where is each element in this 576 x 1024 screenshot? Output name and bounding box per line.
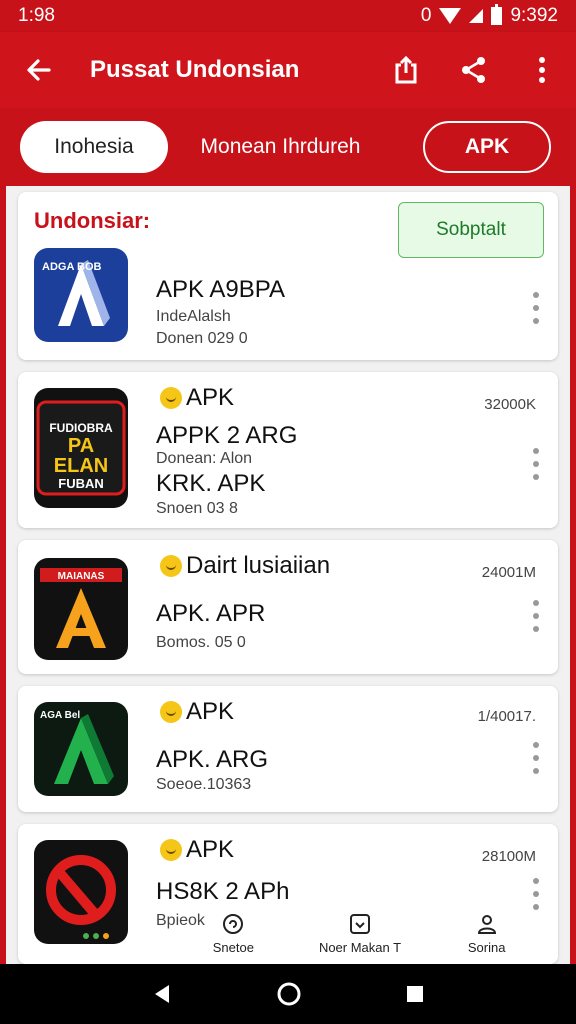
nav-label: Snetoe	[212, 939, 254, 955]
tab-apk[interactable]: APK	[423, 121, 551, 173]
app-name: APK. APR	[156, 600, 266, 627]
wifi-icon	[439, 8, 462, 24]
app-icon: MAIANAS	[34, 558, 128, 660]
app-tag: APK	[160, 384, 234, 412]
app-developer: IndeAlalsh	[156, 308, 231, 325]
nav-label: Sorina	[467, 939, 506, 955]
app-developer: Donean: Alon	[156, 450, 253, 467]
app-list: Undonsiar: Sobptalt ADGA BOB APK A9BPA I…	[0, 186, 576, 964]
app-name: APK A9BPA	[156, 276, 285, 303]
signal-icon	[469, 9, 484, 23]
app-meta: Soeoe.10363	[156, 776, 252, 793]
emoji-icon	[160, 701, 182, 723]
svg-text:MAIANAS: MAIANAS	[58, 571, 105, 582]
system-recents-icon[interactable]	[405, 984, 425, 1004]
app-icon: ADGA BOB	[34, 248, 128, 342]
svg-text:ELAN: ELAN	[54, 455, 108, 477]
app-tag: APK	[160, 698, 234, 726]
app-name-secondary: KRK. APK	[156, 470, 266, 497]
tab-bar: Inohesia Monean Ihrdureh APK	[0, 108, 576, 186]
system-nav-bar	[0, 964, 576, 1024]
system-back-icon[interactable]	[151, 983, 173, 1005]
app-icon	[34, 840, 128, 944]
export-button[interactable]	[372, 32, 440, 108]
svg-text:FUBAN: FUBAN	[58, 476, 104, 491]
back-button[interactable]	[0, 32, 78, 108]
tab-indonesia[interactable]: Inohesia	[20, 121, 168, 173]
more-options-button[interactable]	[526, 596, 546, 636]
app-meta: Snoen 03 8	[156, 500, 238, 517]
more-options-button[interactable]	[526, 444, 546, 484]
status-battery-text: 9:392	[510, 5, 558, 26]
refresh-icon	[223, 913, 244, 934]
battery-icon	[491, 4, 503, 25]
app-tag-label: APK	[186, 384, 235, 411]
status-right-text: 0	[420, 5, 432, 26]
nav-item-sorina[interactable]: Sorina	[423, 904, 550, 962]
page-title: Pussat Undonsian	[90, 56, 300, 83]
nav-item-noer-makan[interactable]: Noer Makan T	[297, 904, 424, 962]
app-size: 1/40017.	[477, 708, 536, 725]
app-size: 28100M	[481, 848, 536, 865]
section-title: Undonsiar:	[34, 208, 151, 233]
app-icon-text: ADGA BOB	[42, 261, 102, 273]
app-size: 32000K	[484, 396, 536, 413]
emoji-icon	[160, 555, 182, 577]
svg-text:PA: PA	[68, 435, 94, 457]
app-meta: Donen 029 0	[156, 330, 248, 347]
app-icon: FUDIOBRA PA ELAN FUBAN	[34, 388, 128, 508]
app-tag: Dairt lusiaiian	[160, 552, 330, 580]
list-item[interactable]: AGA Bel APK 1/40017. APK. ARG Soeoe.1036…	[18, 686, 558, 812]
app-tag-label: APK	[186, 836, 235, 863]
status-indicators: 0 9:392	[420, 4, 558, 27]
app-bar: Pussat Undonsian	[0, 32, 576, 108]
section-action-button[interactable]: Sobptalt	[398, 202, 544, 258]
export-icon	[395, 55, 417, 84]
app-tag: APK	[160, 836, 234, 864]
app-tag-label: APK	[186, 698, 235, 725]
nav-label: Noer Makan T	[318, 939, 402, 955]
app-name: HS8K 2 APh	[156, 878, 290, 905]
app-name: APK. ARG	[156, 746, 269, 773]
emoji-icon	[160, 839, 182, 861]
system-home-icon[interactable]	[276, 981, 302, 1007]
app-icon: AGA Bel	[34, 702, 128, 796]
status-time: 1:98	[18, 5, 55, 26]
download-box-icon	[350, 913, 370, 934]
emoji-icon	[160, 387, 182, 409]
more-options-button[interactable]	[526, 738, 546, 778]
share-icon	[462, 57, 485, 83]
arrow-left-icon	[27, 59, 51, 81]
bottom-nav: Snetoe Noer Makan T Sorina	[170, 904, 550, 962]
list-item[interactable]: MAIANAS Dairt lusiaiian 24001M APK. APR …	[18, 540, 558, 674]
more-vert-icon	[539, 57, 545, 83]
more-button[interactable]	[508, 32, 576, 108]
person-icon	[477, 914, 496, 934]
status-bar: 1:98 0 9:392	[0, 0, 576, 32]
app-meta: Bomos. 05 0	[156, 634, 246, 651]
app-tag-label: Dairt lusiaiian	[186, 552, 331, 579]
list-item[interactable]: Undonsiar: Sobptalt ADGA BOB APK A9BPA I…	[18, 192, 558, 360]
app-size: 24001M	[481, 564, 536, 581]
svg-text:AGA Bel: AGA Bel	[40, 710, 80, 721]
tab-monean[interactable]: Monean Ihrdureh	[168, 121, 393, 173]
share-button[interactable]	[440, 32, 508, 108]
svg-text:FUDIOBRA: FUDIOBRA	[49, 421, 113, 435]
app-name: APPK 2 ARG	[156, 422, 298, 449]
list-item[interactable]: FUDIOBRA PA ELAN FUBAN APK 32000K APPK 2…	[18, 372, 558, 528]
nav-item-snetoe[interactable]: Snetoe	[170, 904, 297, 962]
more-options-button[interactable]	[526, 288, 546, 328]
